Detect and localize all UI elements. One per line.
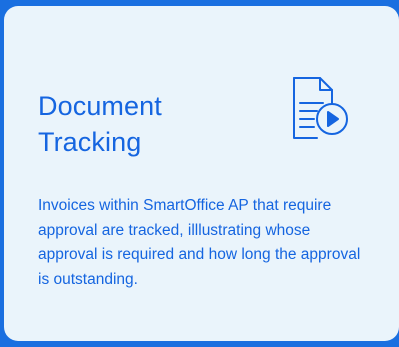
card-title: Document Tracking xyxy=(38,91,162,157)
document-playback-icon xyxy=(290,76,358,146)
card-description: Invoices within SmartOffice AP that requ… xyxy=(38,197,361,288)
feature-card: Document Tracking Invoices within SmartO… xyxy=(4,6,399,341)
